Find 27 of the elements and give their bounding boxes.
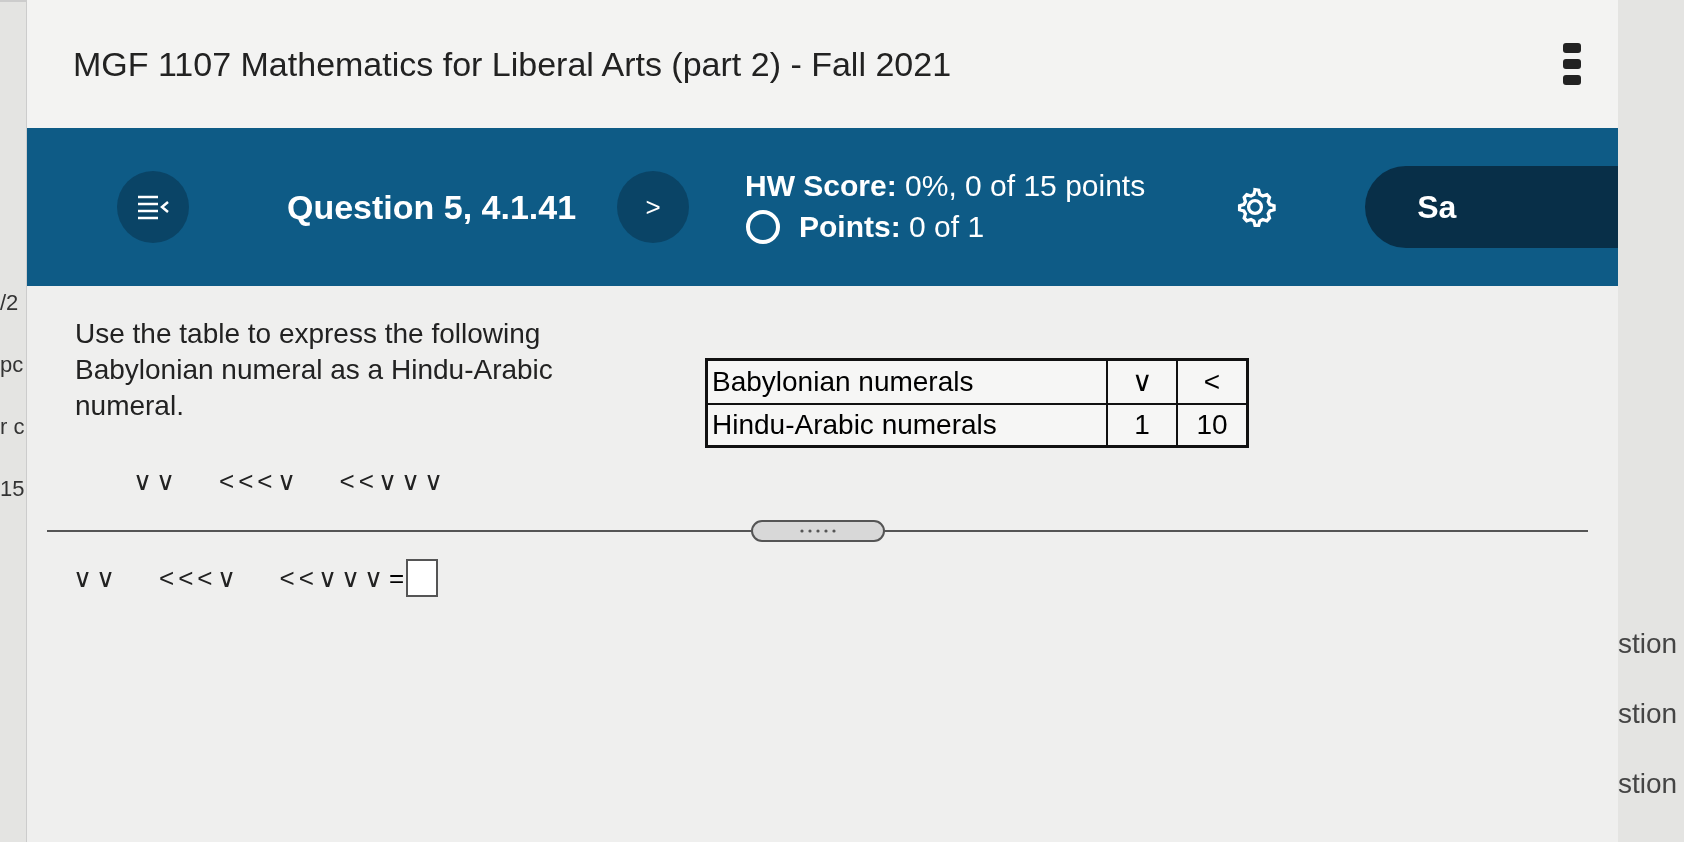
background-text: stion	[1618, 628, 1678, 660]
background-text: stion	[1618, 698, 1678, 730]
resize-handle[interactable]	[750, 520, 885, 542]
babylonian-numeral: <<<∨	[159, 562, 240, 594]
background-text: /2	[0, 289, 20, 317]
babylonian-numeral: ∨∨	[133, 466, 179, 497]
more-options-icon[interactable]	[1562, 42, 1582, 86]
next-question-button[interactable]: >	[617, 171, 689, 243]
background-text: 15	[0, 475, 26, 503]
course-title: MGF 1107 Mathematics for Liberal Arts (part 2) - Fall 2021	[73, 44, 952, 84]
background-text: r c	[0, 413, 26, 441]
equals-sign: =	[388, 562, 405, 594]
points: Points: 0 of 1	[799, 210, 985, 244]
table-cell: ∨	[1107, 359, 1177, 404]
table-cell: Babylonian numerals	[706, 359, 1107, 404]
question-title: Question 5, 4.1.41	[287, 187, 578, 227]
list-collapse-icon	[136, 194, 170, 220]
hw-score: HW Score: 0%, 0 of 15 points	[745, 169, 1146, 203]
background-text: stion	[1618, 768, 1678, 800]
babylonian-numeral: ∨∨	[73, 562, 119, 594]
save-button[interactable]: Sa	[1365, 166, 1618, 248]
babylonian-numeral: <<<∨	[219, 466, 300, 497]
babylonian-numeral: <<∨∨∨	[339, 466, 447, 497]
answer-box[interactable]	[406, 559, 439, 597]
background-text: pc	[0, 351, 25, 379]
question-prompt: Use the table to express the following Babylonian numeral as a Hindu-Arabic numeral.	[75, 317, 554, 423]
babylonian-numeral: <<∨∨∨	[279, 562, 387, 594]
